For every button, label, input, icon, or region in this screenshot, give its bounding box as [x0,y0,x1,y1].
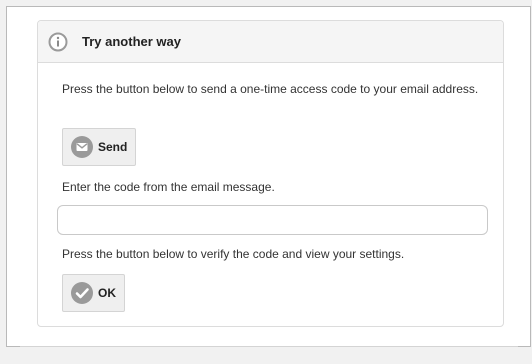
send-button[interactable]: Send [62,128,137,166]
verify-instruction: Press the button below to verify the cod… [62,247,405,261]
send-instruction: Press the button below to send a one-tim… [62,82,479,96]
ok-button[interactable]: OK [62,274,125,312]
access-code-input[interactable] [57,205,488,235]
send-button-label: Send [98,140,128,154]
divider [20,346,518,347]
checkmark-icon [70,281,94,305]
panel-title: Try another way [82,34,181,49]
ok-button-label: OK [98,286,116,300]
try-another-way-panel: Try another way Press the button below t… [37,20,504,327]
panel-header: Try another way [38,21,503,63]
envelope-icon [70,135,94,159]
info-icon [48,32,68,52]
code-instruction: Enter the code from the email message. [62,180,275,194]
